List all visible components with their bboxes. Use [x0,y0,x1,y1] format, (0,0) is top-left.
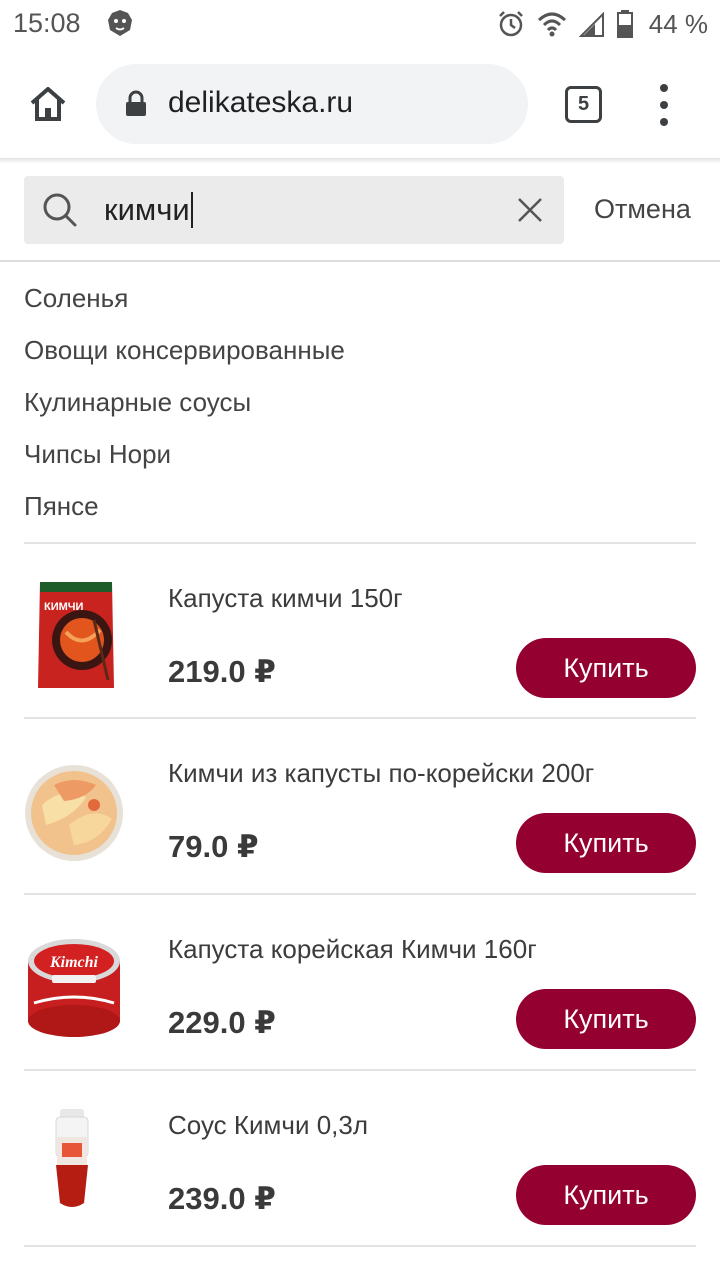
suggestion-item[interactable]: Пянсе [24,480,696,532]
product-name[interactable]: Капуста корейская Кимчи 160г [168,933,598,965]
search-divider [0,260,720,262]
status-time: 15:08 [13,8,81,38]
cancel-button[interactable]: Отмена [594,194,691,225]
suggestion-item[interactable]: Чипсы Нори [24,428,696,480]
svg-text:Kimchi: Kimchi [49,954,99,971]
battery-icon [616,10,633,38]
search-input[interactable]: кимчи [24,176,564,244]
home-button[interactable] [22,80,74,128]
tab-switcher-button[interactable]: 5 [565,86,602,123]
status-bar: 15:08 44 % [0,0,720,50]
buy-button[interactable]: Купить [516,989,696,1049]
product-price: 239.0 ₽ [168,1181,276,1216]
product-row[interactable]: Соус Кимчи 0,3л 239.0 ₽ Купить [0,1071,720,1245]
suggestion-item[interactable]: Кулинарные соусы [24,376,696,428]
alarm-icon [498,11,523,37]
product-row[interactable]: КИМЧИ Капуста кимчи 150г 219.0 ₽ Купить [0,544,720,718]
sauce-bottle-image [55,1109,89,1207]
product-price: 79.0 ₽ [168,829,259,864]
lion-app-icon [108,10,132,36]
search-icon [43,193,77,227]
address-bar[interactable]: delikateska.ru [96,64,528,144]
url-text: delikateska.ru [168,86,354,119]
kimchi-bowl-image [25,765,123,861]
product-name[interactable]: Кимчи из капусты по-корейски 200г [168,757,598,789]
kimchi-pouch-image: КИМЧИ [38,582,114,688]
buy-button[interactable]: Купить [516,813,696,873]
product-row[interactable]: Kimchi Капуста корейская Кимчи 160г 229.… [0,895,720,1069]
product-name[interactable]: Капуста кимчи 150г [168,582,598,614]
kimchi-can-image: Kimchi [28,939,120,1037]
close-icon[interactable] [516,196,544,224]
product-row[interactable]: Кимчи из капусты по-корейски 200г 79.0 ₽… [0,719,720,893]
suggestion-item[interactable]: Соленья [24,272,696,324]
product-name[interactable]: Соус Кимчи 0,3л [168,1109,598,1141]
suggestion-item[interactable]: Овощи консервированные [24,324,696,376]
product-price: 219.0 ₽ [168,654,276,689]
svg-text:КИМЧИ: КИМЧИ [44,601,84,613]
divider [24,1245,696,1247]
search-query: кимчи [104,192,193,228]
search-row: кимчи Отмена [0,164,720,261]
battery-percent: 44 % [648,8,708,39]
signal-icon [578,11,604,37]
wifi-icon [537,12,566,37]
lock-icon [126,90,146,116]
product-price: 229.0 ₽ [168,1005,276,1040]
status-icons: 44 % [497,8,708,40]
buy-button[interactable]: Купить [516,1165,696,1225]
browser-toolbar: delikateska.ru 5 [0,50,720,160]
suggestion-list: Соленья Овощи консервированные Кулинарны… [24,272,696,532]
menu-dots-icon[interactable] [646,84,682,126]
buy-button[interactable]: Купить [516,638,696,698]
home-icon [30,87,66,121]
